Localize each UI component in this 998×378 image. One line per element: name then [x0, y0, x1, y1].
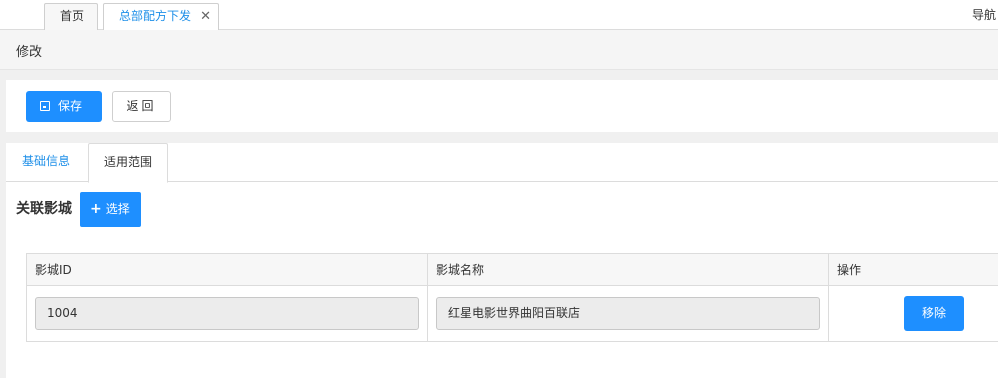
select-button-label: 选择: [105, 202, 130, 216]
select-button[interactable]: + 选择: [80, 192, 141, 227]
save-button-label: 保存: [58, 99, 83, 113]
table-header: 影城ID 影城名称 操作: [27, 254, 998, 286]
tab-home[interactable]: 首页: [44, 3, 98, 30]
cell-name: 红星电影世界曲阳百联店: [428, 286, 829, 342]
remove-button[interactable]: 移除: [904, 296, 964, 331]
cell-action: 移除: [829, 286, 998, 342]
tab-formula-dispatch[interactable]: 总部配方下发 ✕: [103, 3, 219, 30]
cinema-id-field[interactable]: 1004: [35, 297, 419, 330]
back-button[interactable]: 返回: [112, 91, 171, 122]
close-icon[interactable]: ✕: [200, 4, 211, 29]
table-row: 1004 红星电影世界曲阳百联店 移除: [27, 286, 998, 342]
plus-icon: +: [90, 201, 102, 217]
save-button[interactable]: 保存: [26, 91, 102, 122]
column-header-name: 影城名称: [428, 254, 829, 286]
content-tabs: 基础信息 适用范围: [6, 143, 998, 183]
section-title: 关联影城: [16, 201, 72, 217]
tab-basic-info[interactable]: 基础信息: [22, 143, 70, 182]
page-header: 修改: [0, 30, 998, 70]
nav-link[interactable]: 导航: [972, 6, 996, 23]
column-header-action: 操作: [837, 263, 862, 277]
page-title: 修改: [16, 45, 43, 60]
cell-id: 1004: [27, 286, 428, 342]
action-toolbar: 保存 返回: [6, 80, 998, 132]
top-tab-bar: 首页 总部配方下发 ✕ 导航: [0, 0, 998, 30]
save-icon: [40, 101, 50, 111]
tab-home-label: 首页: [60, 9, 85, 23]
tab-formula-dispatch-label: 总部配方下发: [119, 9, 192, 23]
cinema-table: 影城ID 影城名称 操作 1004 红星电影世界曲阳百联店 移除: [26, 253, 998, 342]
content-panel: 基础信息 适用范围 关联影城 + 选择 影城ID 影城名称 操作 1004 红星电…: [6, 143, 998, 378]
tab-scope[interactable]: 适用范围: [88, 143, 168, 183]
cinema-name-field[interactable]: 红星电影世界曲阳百联店: [436, 297, 820, 330]
column-header-id: 影城ID: [27, 254, 428, 286]
